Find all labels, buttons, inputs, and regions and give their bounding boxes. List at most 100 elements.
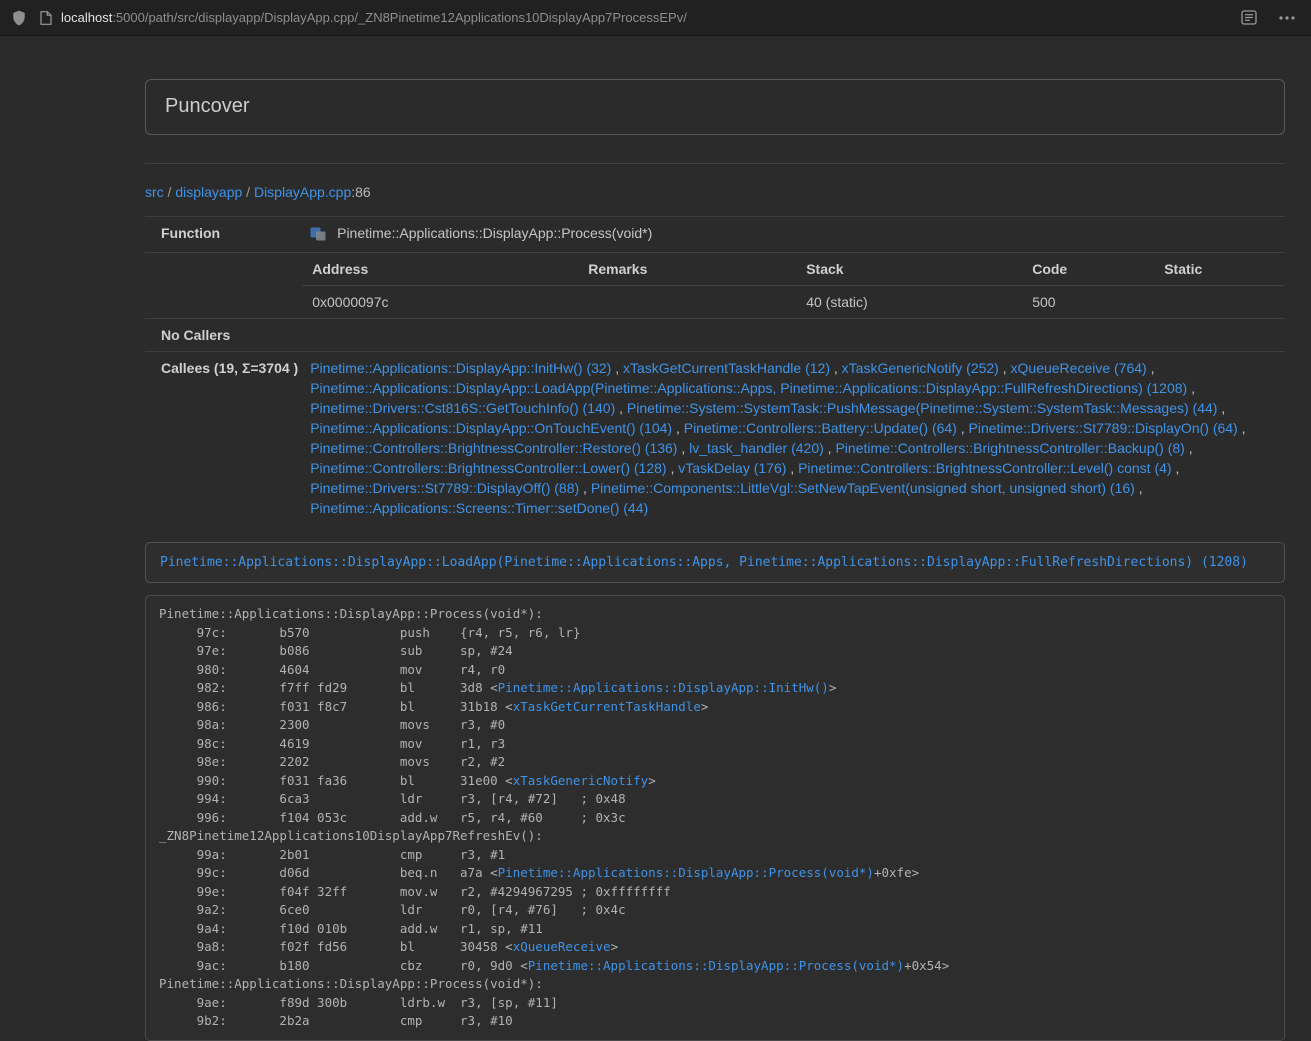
code-line: 97e: b086 sub sp, #24 <box>159 642 1271 661</box>
callee-link[interactable]: Pinetime::Controllers::BrightnessControl… <box>835 440 1184 456</box>
function-name: Pinetime::Applications::DisplayApp::Proc… <box>337 225 652 241</box>
no-callers-label: No Callers <box>145 319 302 352</box>
callee-link[interactable]: Pinetime::Drivers::St7789::DisplayOff() … <box>310 480 579 496</box>
callee-link[interactable]: Pinetime::Controllers::BrightnessControl… <box>310 440 677 456</box>
callee-link[interactable]: lv_task_handler (420) <box>689 440 824 456</box>
breadcrumb: src / displayapp / DisplayApp.cpp:86 <box>145 184 1285 200</box>
column-header-stack: Stack <box>796 253 1022 286</box>
callee-separator: , <box>677 440 689 456</box>
callee-link[interactable]: Pinetime::Applications::DisplayApp::OnTo… <box>310 420 672 436</box>
callee-separator: , <box>957 420 969 436</box>
code-line: Pinetime::Applications::DisplayApp::Proc… <box>159 975 1271 994</box>
code-symbol-link[interactable]: xTaskGenericNotify <box>513 773 648 788</box>
callee-separator: , <box>786 460 798 476</box>
callees-list: Pinetime::Applications::DisplayApp::Init… <box>302 352 1285 525</box>
function-row: Function Pinetime::Applications::Display… <box>145 217 1285 253</box>
column-header-code: Code <box>1022 253 1154 286</box>
callee-link[interactable]: Pinetime::Applications::Screens::Timer::… <box>310 500 648 516</box>
callees-row: Callees (19, Σ=3704 ) Pinetime::Applicat… <box>145 352 1285 525</box>
stack-value: 40 (static) <box>796 286 1022 319</box>
stats-value-row: 0x0000097c 40 (static) 500 <box>302 286 1285 319</box>
code-line: 98a: 2300 movs r3, #0 <box>159 716 1271 735</box>
column-header-static: Static <box>1154 253 1285 286</box>
callee-separator: , <box>579 480 591 496</box>
app-title-panel: Puncover <box>145 79 1285 135</box>
callee-link[interactable]: Pinetime::Applications::DisplayApp::Init… <box>310 360 611 376</box>
callee-separator: , <box>1217 400 1225 416</box>
callee-separator: , <box>1187 380 1195 396</box>
code-line: 986: f031 f8c7 bl 31b18 <xTaskGetCurrent… <box>159 698 1271 717</box>
function-icon <box>310 225 326 246</box>
callee-separator: , <box>999 360 1011 376</box>
code-line: 98c: 4619 mov r1, r3 <box>159 735 1271 754</box>
code-line: 99e: f04f 32ff mov.w r2, #4294967295 ; 0… <box>159 883 1271 902</box>
selected-symbol-panel: Pinetime::Applications::DisplayApp::Load… <box>145 542 1285 583</box>
code-line: 982: f7ff fd29 bl 3d8 <Pinetime::Applica… <box>159 679 1271 698</box>
stats-row: Address Remarks Stack Code Static 0x0000… <box>145 253 1285 319</box>
remarks-value <box>578 286 796 319</box>
address-bar[interactable]: localhost:5000/path/src/displayapp/Displ… <box>40 10 1241 25</box>
url-path: :5000/path/src/displayapp/DisplayApp.cpp… <box>112 10 687 25</box>
selected-symbol-link[interactable]: Pinetime::Applications::DisplayApp::Load… <box>160 555 1248 570</box>
callee-link[interactable]: Pinetime::Drivers::Cst816S::GetTouchInfo… <box>310 400 615 416</box>
callee-link[interactable]: xQueueReceive (764) <box>1011 360 1147 376</box>
code-line: 9ac: b180 cbz r0, 9d0 <Pinetime::Applica… <box>159 957 1271 976</box>
code-symbol-link[interactable]: xTaskGetCurrentTaskHandle <box>513 699 701 714</box>
callee-link[interactable]: Pinetime::Components::LittleVgl::SetNewT… <box>591 480 1135 496</box>
code-symbol-link[interactable]: Pinetime::Applications::DisplayApp::Proc… <box>528 958 904 973</box>
main-content: Puncover src / displayapp / DisplayApp.c… <box>145 79 1285 1041</box>
code-line: 9a8: f02f fd56 bl 30458 <xQueueReceive> <box>159 938 1271 957</box>
breadcrumb-link[interactable]: src <box>145 184 164 200</box>
code-symbol-link[interactable]: Pinetime::Applications::DisplayApp::Init… <box>498 680 829 695</box>
address-value: 0x0000097c <box>302 286 578 319</box>
callee-separator: , <box>1147 360 1155 376</box>
app-title: Puncover <box>165 95 250 117</box>
callee-link[interactable]: Pinetime::Controllers::BrightnessControl… <box>798 460 1171 476</box>
callee-link[interactable]: vTaskDelay (176) <box>678 460 786 476</box>
code-line: _ZN8Pinetime12Applications10DisplayApp7R… <box>159 827 1271 846</box>
callee-link[interactable]: Pinetime::Controllers::Battery::Update()… <box>684 420 957 436</box>
code-line: 9ae: f89d 300b ldrb.w r3, [sp, #11] <box>159 994 1271 1013</box>
page-icon <box>40 11 52 25</box>
stats-header-row: Address Remarks Stack Code Static <box>302 253 1285 286</box>
callee-separator: , <box>1238 420 1246 436</box>
breadcrumb-line-number: :86 <box>351 184 370 200</box>
callee-link[interactable]: xTaskGenericNotify (252) <box>842 360 999 376</box>
callee-separator: , <box>1185 440 1193 456</box>
browser-toolbar: localhost:5000/path/src/displayapp/Displ… <box>0 0 1311 36</box>
shield-icon[interactable] <box>12 10 26 26</box>
callee-separator: , <box>672 420 684 436</box>
toolbar-actions <box>1241 10 1299 25</box>
callee-link[interactable]: Pinetime::Drivers::St7789::DisplayOn() (… <box>969 420 1238 436</box>
divider <box>145 163 1285 164</box>
stats-row-label <box>145 253 302 319</box>
code-line: Pinetime::Applications::DisplayApp::Proc… <box>159 605 1271 624</box>
callee-link[interactable]: xTaskGetCurrentTaskHandle (12) <box>623 360 830 376</box>
callee-separator: , <box>667 460 679 476</box>
code-size-value: 500 <box>1022 286 1154 319</box>
callee-separator: , <box>1135 480 1143 496</box>
callee-link[interactable]: Pinetime::Controllers::BrightnessControl… <box>310 460 666 476</box>
code-line: 996: f104 053c add.w r5, r4, #60 ; 0x3c <box>159 809 1271 828</box>
callee-separator: , <box>611 360 623 376</box>
callee-link[interactable]: Pinetime::Applications::DisplayApp::Load… <box>310 380 1187 396</box>
code-symbol-link[interactable]: Pinetime::Applications::DisplayApp::Proc… <box>498 865 874 880</box>
code-line: 98e: 2202 movs r2, #2 <box>159 753 1271 772</box>
callee-separator: , <box>1172 460 1180 476</box>
menu-kebab-icon[interactable] <box>1279 16 1295 20</box>
disassembly-block: Pinetime::Applications::DisplayApp::Proc… <box>145 595 1285 1041</box>
callee-link[interactable]: Pinetime::System::SystemTask::PushMessag… <box>627 400 1218 416</box>
breadcrumb-link[interactable]: DisplayApp.cpp <box>254 184 351 200</box>
function-row-label: Function <box>145 217 302 253</box>
breadcrumb-link[interactable]: displayapp <box>175 184 242 200</box>
code-line: 97c: b570 push {r4, r5, r6, lr} <box>159 624 1271 643</box>
breadcrumb-separator: / <box>242 184 254 200</box>
code-symbol-link[interactable]: xQueueReceive <box>513 939 611 954</box>
callees-label: Callees (19, Σ=3704 ) <box>145 352 302 525</box>
code-line: 99a: 2b01 cmp r3, #1 <box>159 846 1271 865</box>
code-line: 990: f031 fa36 bl 31e00 <xTaskGenericNot… <box>159 772 1271 791</box>
code-line: 9a2: 6ce0 ldr r0, [r4, #76] ; 0x4c <box>159 901 1271 920</box>
column-header-remarks: Remarks <box>578 253 796 286</box>
no-callers-row: No Callers <box>145 319 1285 352</box>
reader-view-icon[interactable] <box>1241 10 1257 25</box>
